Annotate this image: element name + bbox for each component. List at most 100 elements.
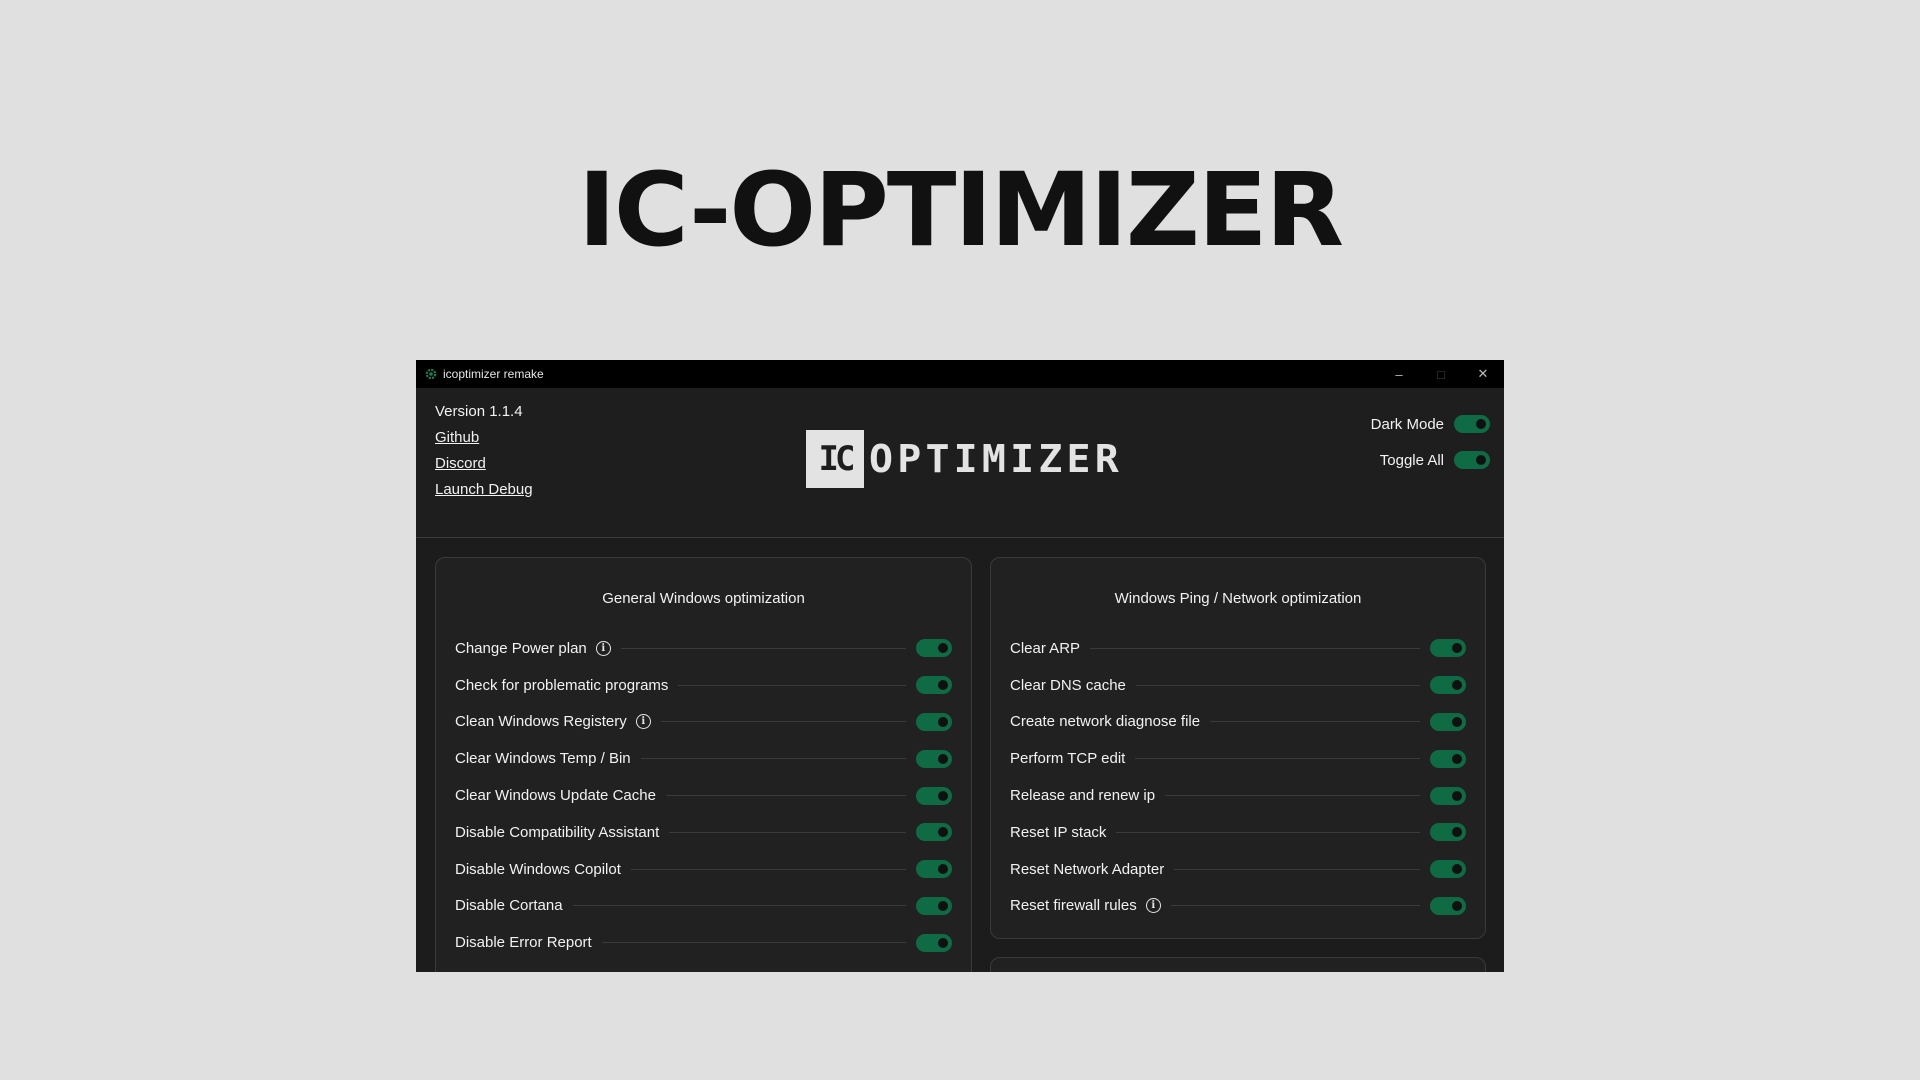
toggle-knob [938, 900, 948, 911]
option-toggle[interactable] [1430, 786, 1466, 805]
option-row: Clear ARP [991, 630, 1485, 667]
discord-link[interactable]: Discord [435, 454, 533, 480]
toggle-knob [938, 937, 948, 948]
option-toggle[interactable] [916, 749, 952, 768]
option-row: Disable Cortana [436, 888, 971, 925]
option-toggle[interactable] [916, 639, 952, 658]
option-row: Perform TCP edit [991, 740, 1485, 777]
logo-text: OPTIMIZER [869, 437, 1124, 481]
divider-line [678, 684, 906, 686]
divider-line [1116, 831, 1420, 833]
toggle-all-toggle[interactable] [1454, 451, 1490, 469]
option-toggle[interactable] [1430, 712, 1466, 731]
divider-line [669, 831, 906, 833]
general-panel-title: General Windows optimization [602, 590, 805, 607]
option-row: Reset firewall rules i [991, 888, 1485, 925]
app-window: icoptimizer remake – □ ✕ Version 1.1.4 G… [416, 360, 1504, 972]
logo-box: IC [806, 430, 864, 488]
option-toggle[interactable] [1430, 823, 1466, 842]
toggle-knob [1452, 716, 1462, 727]
toggle-knob [1476, 455, 1486, 465]
option-toggle[interactable] [916, 676, 952, 695]
toggle-knob [1452, 790, 1462, 801]
option-row: Clear DNS cache [991, 667, 1485, 704]
option-label: Disable Windows Copilot [455, 860, 621, 878]
divider-line [620, 647, 906, 649]
option-toggle[interactable] [1430, 896, 1466, 915]
option-row: Change Power plan i [436, 630, 971, 667]
toggle-knob [938, 716, 948, 727]
option-toggle[interactable] [916, 860, 952, 879]
dark-mode-toggle[interactable] [1454, 415, 1490, 433]
network-optimization-panel: Windows Ping / Network optimization Clea… [990, 557, 1486, 939]
info-icon[interactable]: i [595, 640, 611, 656]
toggle-knob [938, 790, 948, 801]
option-row: Disable Compatibility Assistant [436, 814, 971, 851]
option-row: Disable Windows Copilot [436, 851, 971, 888]
app-header: Version 1.1.4 Github Discord Launch Debu… [416, 388, 1504, 538]
toggle-knob [1452, 680, 1462, 691]
option-label: Disable Error Report [455, 934, 592, 952]
toggle-knob [938, 753, 948, 764]
general-optimization-panel: General Windows optimization Change Powe… [435, 557, 972, 972]
option-label: Check for problematic programs [455, 676, 669, 694]
option-row: Clear Windows Temp / Bin [436, 740, 971, 777]
info-icon[interactable]: i [635, 714, 651, 730]
option-row: Clear Windows Update Cache [436, 777, 971, 814]
option-toggle[interactable] [1430, 676, 1466, 695]
divider-line [665, 795, 906, 797]
maximize-button[interactable]: □ [1420, 360, 1462, 388]
close-button[interactable]: ✕ [1462, 360, 1504, 388]
option-toggle[interactable] [1430, 749, 1466, 768]
option-toggle[interactable] [916, 712, 952, 731]
toggle-knob [1452, 753, 1462, 764]
option-toggle[interactable] [916, 933, 952, 952]
option-label: Clear Windows Update Cache [455, 787, 656, 805]
option-row: Disable Error Report [436, 924, 971, 961]
option-row: Check for problematic programs [436, 667, 971, 704]
option-toggle[interactable] [916, 823, 952, 842]
app-logo: IC OPTIMIZER [806, 430, 1119, 488]
toggle-knob [1452, 827, 1462, 838]
option-toggle[interactable] [916, 896, 952, 915]
toggle-knob [1476, 419, 1486, 429]
option-toggle[interactable] [1430, 860, 1466, 879]
option-toggle[interactable] [1430, 639, 1466, 658]
option-label: Reset IP stack [1010, 823, 1107, 841]
option-row: Clean Windows Registery i [436, 704, 971, 741]
option-label: Clean Windows Registery [455, 713, 627, 731]
option-label: Disable Cortana [455, 897, 563, 915]
divider-line [601, 942, 906, 944]
option-label: Disable Compatibility Assistant [455, 823, 660, 841]
option-row: Create network diagnose file [991, 704, 1485, 741]
option-label: Clear ARP [1010, 639, 1081, 657]
option-label: Reset Network Adapter [1010, 860, 1165, 878]
option-label: Clear Windows Temp / Bin [455, 750, 631, 768]
dark-mode-row: Dark Mode [1371, 406, 1490, 442]
info-icon[interactable]: i [1145, 898, 1161, 914]
divider-line [1135, 758, 1420, 760]
divider-line [630, 868, 906, 870]
launch-debug-link[interactable]: Launch Debug [435, 480, 533, 506]
github-link[interactable]: Github [435, 428, 533, 454]
window-controls: – □ ✕ [1378, 360, 1504, 388]
general-options-list: Change Power plan i Check for problematic … [436, 630, 971, 961]
divider-line [660, 721, 906, 723]
toggle-knob [1452, 864, 1462, 875]
network-options-list: Clear ARP Clear DNS cache Create network d… [991, 630, 1485, 924]
header-links: Version 1.1.4 Github Discord Launch Debu… [435, 402, 533, 506]
option-toggle[interactable] [916, 786, 952, 805]
option-label: Release and renew ip [1010, 787, 1156, 805]
header-toggles: Dark Mode Toggle All [1371, 406, 1490, 478]
dark-mode-label: Dark Mode [1370, 415, 1444, 433]
option-row: Reset IP stack [991, 814, 1485, 851]
window-title: icoptimizer remake [443, 367, 544, 381]
toggle-knob [938, 643, 948, 654]
divider-line [572, 905, 906, 907]
option-label: Change Power plan [455, 639, 587, 657]
minimize-button[interactable]: – [1378, 360, 1420, 388]
divider-line [1135, 684, 1420, 686]
option-row: Reset Network Adapter [991, 851, 1485, 888]
version-label: Version 1.1.4 [435, 403, 523, 420]
divider-line [1174, 868, 1420, 870]
